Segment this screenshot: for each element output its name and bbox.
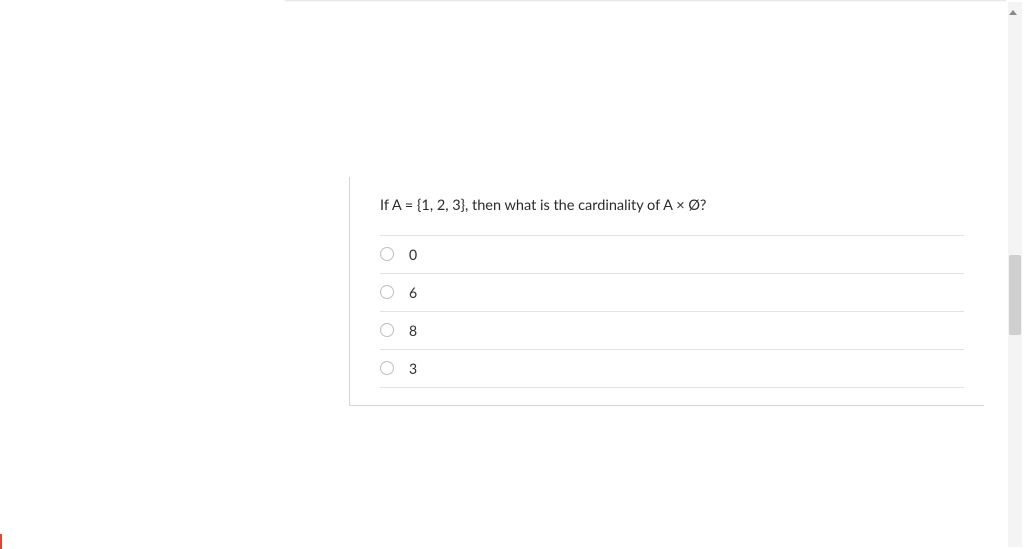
radio-icon[interactable] (380, 285, 394, 299)
options-list: 0 6 8 3 (380, 235, 964, 388)
option-label: 6 (409, 284, 417, 301)
option-row[interactable]: 6 (380, 273, 964, 312)
question-text: If A = {1, 2, 3}, then what is the cardi… (350, 195, 984, 235)
radio-icon[interactable] (380, 247, 394, 261)
header-shadow (285, 0, 1006, 2)
option-label: 8 (409, 322, 417, 339)
option-row[interactable]: 8 (380, 311, 964, 350)
radio-icon[interactable] (380, 361, 394, 375)
left-marker (0, 534, 2, 549)
option-row[interactable]: 3 (380, 349, 964, 388)
option-label: 3 (409, 360, 417, 377)
question-card: If A = {1, 2, 3}, then what is the cardi… (349, 177, 984, 406)
scroll-up-arrow-icon[interactable] (1009, 10, 1017, 15)
option-label: 0 (409, 246, 417, 263)
scrollbar-thumb[interactable] (1009, 255, 1021, 335)
option-row[interactable]: 0 (380, 235, 964, 274)
radio-icon[interactable] (380, 323, 394, 337)
